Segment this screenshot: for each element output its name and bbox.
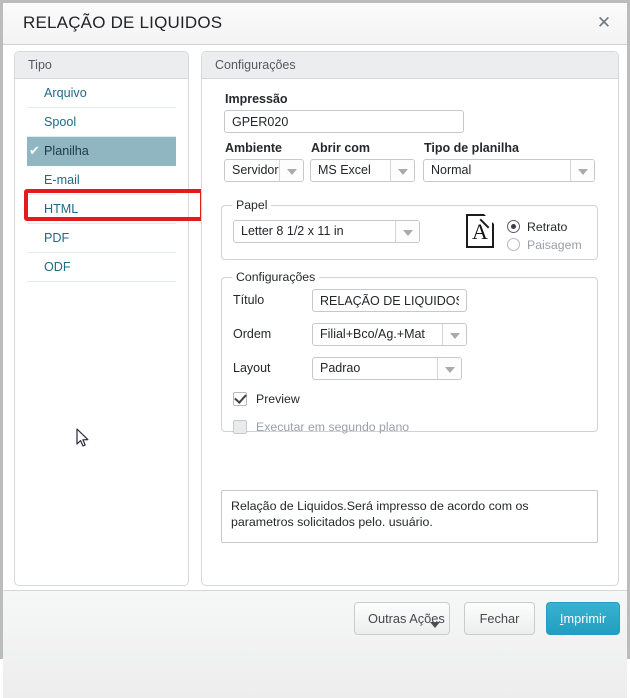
page-orientation-icon: A [466, 211, 497, 248]
titulo-input[interactable] [312, 289, 467, 312]
fechar-button[interactable]: Fechar [464, 602, 535, 635]
preview-checkbox-row[interactable]: Preview [233, 390, 300, 408]
settings-panel: Configurações Impressão Ambiente Servido… [201, 51, 619, 586]
layout-label: Layout [233, 361, 271, 375]
type-panel: Tipo Arquivo Spool ✔ Planilha E-mail HTM… [14, 51, 204, 586]
titulo-label: Título [233, 293, 265, 307]
paper-group: Papel Letter 8 1/2 x 11 in A Retrato Pai… [221, 198, 598, 260]
footer-bar: Outras Ações Fechar Imprimir [3, 590, 627, 698]
dialog-body: Tipo Arquivo Spool ✔ Planilha E-mail HTM… [3, 45, 627, 590]
sidebar-item-label: ODF [44, 260, 71, 274]
abrir-com-value: MS Excel [318, 163, 371, 177]
abrir-com-select[interactable]: MS Excel [310, 159, 415, 182]
radio-paisagem[interactable] [507, 238, 520, 251]
sidebar-item-label: Planilha [44, 144, 89, 158]
imprimir-button[interactable]: Imprimir [546, 602, 620, 635]
sidebar-item-email[interactable]: E-mail [27, 166, 176, 195]
preview-checkbox[interactable] [233, 392, 247, 406]
chevron-down-icon[interactable] [395, 221, 419, 242]
impressao-label: Impressão [225, 92, 288, 106]
chevron-down-icon[interactable] [279, 160, 303, 181]
print-dialog-window: RELAÇÃO DE LIQUIDOS ✕ Tipo Arquivo Spool… [0, 0, 630, 698]
settings-group-legend: Configurações [232, 270, 320, 284]
type-panel-header: Tipo [15, 52, 188, 79]
orientation-paisagem-row[interactable]: Paisagem [507, 236, 582, 253]
type-list: Arquivo Spool ✔ Planilha E-mail HTML PDF [15, 79, 188, 282]
orientation-retrato-row[interactable]: Retrato [507, 218, 567, 235]
radio-retrato[interactable] [507, 220, 520, 233]
background-checkbox-row[interactable]: Executar em segundo plano [233, 418, 409, 436]
settings-panel-header: Configurações [202, 52, 618, 79]
page-letter-glyph: A [472, 219, 488, 244]
preview-label: Preview [256, 392, 300, 406]
abrir-com-label: Abrir com [311, 141, 371, 155]
tipo-planilha-label: Tipo de planilha [424, 141, 519, 155]
title-bar: RELAÇÃO DE LIQUIDOS ✕ [3, 3, 627, 45]
close-icon[interactable]: ✕ [594, 13, 614, 33]
layout-select[interactable]: Padrao [312, 357, 462, 380]
paper-group-legend: Papel [232, 198, 272, 212]
settings-group: Configurações Título Ordem Filial+Bco/Ag… [221, 270, 598, 434]
radio-paisagem-label: Paisagem [527, 237, 582, 252]
layout-value: Padrao [320, 361, 361, 375]
chevron-down-icon[interactable] [570, 160, 594, 181]
background-checkbox[interactable] [233, 420, 247, 434]
ordem-value: Filial+Bco/Ag.+Mat [320, 327, 425, 341]
sidebar-item-label: PDF [44, 231, 70, 245]
impressao-input[interactable] [224, 110, 464, 133]
sidebar-item-planilha[interactable]: ✔ Planilha [27, 137, 176, 166]
chevron-down-icon[interactable] [437, 358, 461, 379]
ordem-label: Ordem [233, 327, 272, 341]
sidebar-item-odf[interactable]: ODF [27, 253, 176, 282]
chevron-down-icon[interactable] [390, 160, 414, 181]
ordem-select[interactable]: Filial+Bco/Ag.+Mat [312, 323, 467, 346]
sidebar-item-pdf[interactable]: PDF [27, 224, 176, 253]
description-textarea[interactable] [221, 490, 598, 543]
background-label: Executar em segundo plano [256, 420, 410, 434]
tipo-planilha-select[interactable]: Normal [423, 159, 595, 182]
mouse-cursor [76, 428, 90, 453]
paper-size-value: Letter 8 1/2 x 11 in [241, 224, 344, 238]
ambiente-select[interactable]: Servidor [224, 159, 304, 182]
chevron-down-icon[interactable] [442, 324, 466, 345]
tipo-planilha-value: Normal [431, 163, 472, 177]
sidebar-item-label: Spool [44, 115, 77, 129]
radio-retrato-label: Retrato [527, 219, 568, 234]
sidebar-item-label: E-mail [44, 173, 80, 187]
sidebar-item-spool[interactable]: Spool [27, 108, 176, 137]
ambiente-value: Servidor [232, 163, 279, 177]
check-icon: ✔ [29, 144, 40, 159]
outras-acoes-button[interactable]: Outras Ações [354, 602, 450, 635]
paper-size-select[interactable]: Letter 8 1/2 x 11 in [233, 220, 420, 243]
sidebar-item-label: HTML [44, 202, 79, 216]
ambiente-label: Ambiente [225, 141, 282, 155]
sidebar-item-label: Arquivo [44, 86, 87, 100]
chevron-down-icon [430, 622, 440, 628]
imprimir-label: mprimir [563, 611, 607, 626]
page-title: RELAÇÃO DE LIQUIDOS [23, 13, 223, 32]
sidebar-item-arquivo[interactable]: Arquivo [27, 79, 176, 108]
fechar-label: Fechar [479, 611, 520, 626]
sidebar-item-html[interactable]: HTML [27, 195, 176, 224]
